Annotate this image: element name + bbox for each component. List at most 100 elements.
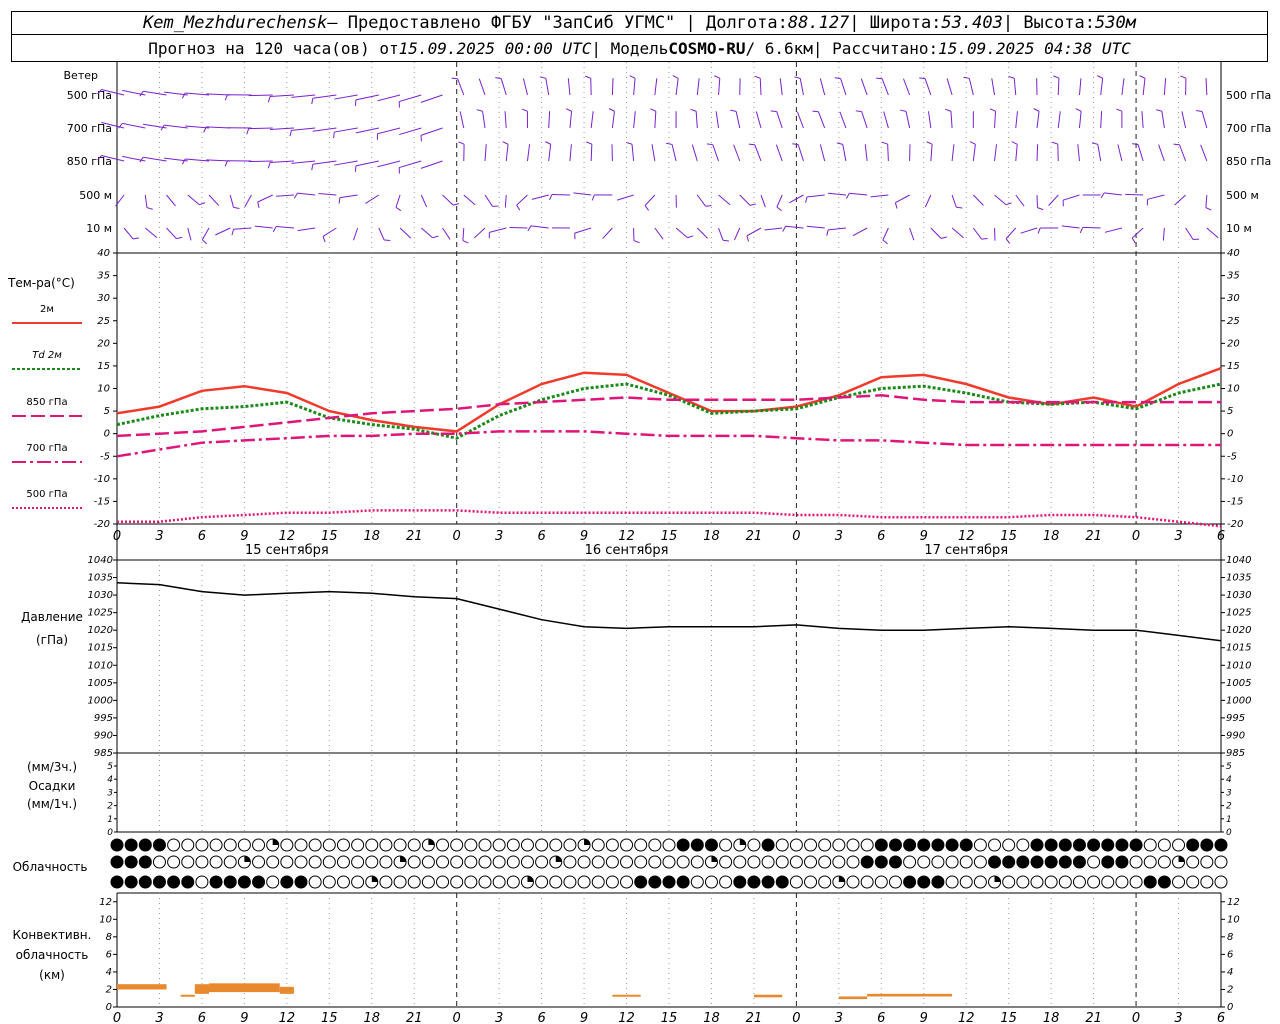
cloud-cover-symbol bbox=[252, 838, 266, 852]
cloud-cover-symbol bbox=[620, 875, 634, 889]
conv-y-tick-label: 2 bbox=[106, 984, 112, 995]
cloud-cover-symbol bbox=[620, 855, 634, 869]
wind-barb bbox=[651, 144, 656, 162]
wind-barb bbox=[473, 227, 486, 239]
wind-barb bbox=[864, 144, 868, 162]
wind-barb bbox=[1100, 111, 1103, 129]
cloud-cover-symbol bbox=[1101, 838, 1115, 852]
cloud-cover-symbol bbox=[138, 875, 152, 889]
wind-barb bbox=[696, 78, 700, 96]
cloud-cover-symbol bbox=[379, 838, 393, 852]
cloud-cover-symbol bbox=[761, 855, 775, 869]
wind-barb-flag bbox=[146, 207, 153, 210]
x-tick-label: 3 bbox=[495, 529, 503, 544]
wind-barb bbox=[1020, 227, 1038, 234]
pressure-y-tick-label: 1025 bbox=[1226, 608, 1251, 619]
wind-barb-flag bbox=[272, 226, 277, 233]
wind-barb bbox=[1078, 111, 1082, 129]
conv-y-tick-label: 8 bbox=[106, 932, 112, 943]
cloud-cover-symbol bbox=[237, 838, 251, 852]
wind-barb bbox=[143, 90, 167, 96]
cloud-cover-symbol bbox=[492, 875, 506, 889]
wind-barb bbox=[675, 227, 688, 239]
cloud-cover-quarter bbox=[994, 876, 1001, 882]
x-tick-label: 6 bbox=[198, 1011, 206, 1024]
wind-barb bbox=[143, 156, 167, 162]
cloud-cover-symbol bbox=[591, 838, 605, 852]
wind-barb bbox=[291, 94, 316, 98]
cloud-cover-symbol bbox=[478, 838, 492, 852]
conv-cloud-bar bbox=[612, 994, 641, 997]
wind-barb bbox=[457, 78, 465, 96]
wind-barb bbox=[1205, 78, 1208, 96]
wind-barb bbox=[545, 78, 550, 96]
cloud-title: Облачность bbox=[13, 860, 88, 874]
wind-barb bbox=[617, 194, 634, 201]
wind-barb bbox=[482, 111, 486, 129]
x-tick-label: 21 bbox=[1085, 529, 1102, 544]
x-tick-label: 6 bbox=[1217, 1011, 1225, 1024]
wind-barb-flag bbox=[586, 141, 593, 145]
cloud-cover-symbol bbox=[336, 855, 350, 869]
wind-barb-flag bbox=[233, 206, 240, 210]
wind-barb bbox=[504, 194, 507, 208]
wind-barb bbox=[144, 194, 148, 208]
wind-barb bbox=[633, 78, 636, 96]
cloud-cover-symbol bbox=[237, 875, 251, 889]
cloud-cover-symbol bbox=[1101, 875, 1115, 889]
pressure-y-tick-label: 995 bbox=[1226, 713, 1245, 724]
cloud-cover-symbol bbox=[407, 855, 421, 869]
wind-barb bbox=[796, 111, 804, 129]
x-tick-label: 0 bbox=[113, 529, 121, 544]
conv-y-tick-label: 10 bbox=[99, 914, 112, 925]
x-tick-label: 15 bbox=[661, 1011, 678, 1024]
wind-barb-flag bbox=[749, 203, 756, 206]
wind-barb-flag bbox=[687, 235, 694, 239]
cloud-cover-symbol bbox=[535, 838, 549, 852]
cloud-cover-symbol bbox=[973, 855, 987, 869]
wind-barb bbox=[776, 111, 783, 129]
wind-barb-flag bbox=[1180, 75, 1187, 79]
precip-y-tick-label: 5 bbox=[107, 762, 113, 772]
cloud-cover-symbol bbox=[1087, 875, 1101, 889]
cloud-cover-symbol bbox=[676, 838, 690, 852]
wind-barb bbox=[531, 194, 549, 200]
wind-barb bbox=[895, 194, 910, 204]
cloud-cover-symbol bbox=[719, 875, 733, 889]
cloud-cover-symbol bbox=[1214, 875, 1228, 889]
wind-barb bbox=[840, 78, 847, 96]
cloud-cover-quarter bbox=[272, 839, 279, 845]
wind-barb bbox=[1082, 226, 1101, 229]
wind-barb-flag bbox=[969, 141, 976, 145]
wind-barb bbox=[1097, 144, 1102, 162]
wind-barb bbox=[420, 160, 443, 169]
cloud-cover-symbol bbox=[322, 875, 336, 889]
wind-barb bbox=[144, 227, 158, 239]
cloud-cover-symbol bbox=[888, 838, 902, 852]
cloud-cover-symbol bbox=[634, 838, 648, 852]
wind-barb-flag bbox=[132, 237, 140, 240]
cloud-cover-symbol bbox=[1044, 875, 1058, 889]
cloud-cover-symbol bbox=[436, 855, 450, 869]
cloud-cover-symbol bbox=[662, 838, 676, 852]
wind-barb bbox=[759, 78, 762, 96]
cloud-cover-symbol bbox=[591, 875, 605, 889]
wind-barb-flag bbox=[565, 108, 572, 112]
wind-barb-flag bbox=[754, 75, 761, 79]
x-tick-label: 21 bbox=[746, 529, 763, 544]
cloud-cover-symbol bbox=[761, 838, 775, 852]
cloud-cover-symbol bbox=[747, 855, 761, 869]
wind-barb bbox=[484, 194, 493, 207]
cloud-cover-quarter bbox=[838, 876, 845, 882]
conv-y-tick-label: 8 bbox=[1227, 932, 1233, 943]
cloud-cover-symbol bbox=[266, 855, 280, 869]
cloud-cover-symbol bbox=[1186, 855, 1200, 869]
wind-barb bbox=[574, 227, 592, 234]
cloud-cover-symbol bbox=[903, 875, 917, 889]
cloud-cover-symbol bbox=[747, 875, 761, 889]
wind-barb bbox=[185, 92, 210, 96]
wind-barb-flag bbox=[584, 75, 591, 79]
cloud-cover-symbol bbox=[252, 875, 266, 889]
x-tick-label: 12 bbox=[958, 529, 975, 544]
wind-barb bbox=[861, 111, 868, 129]
